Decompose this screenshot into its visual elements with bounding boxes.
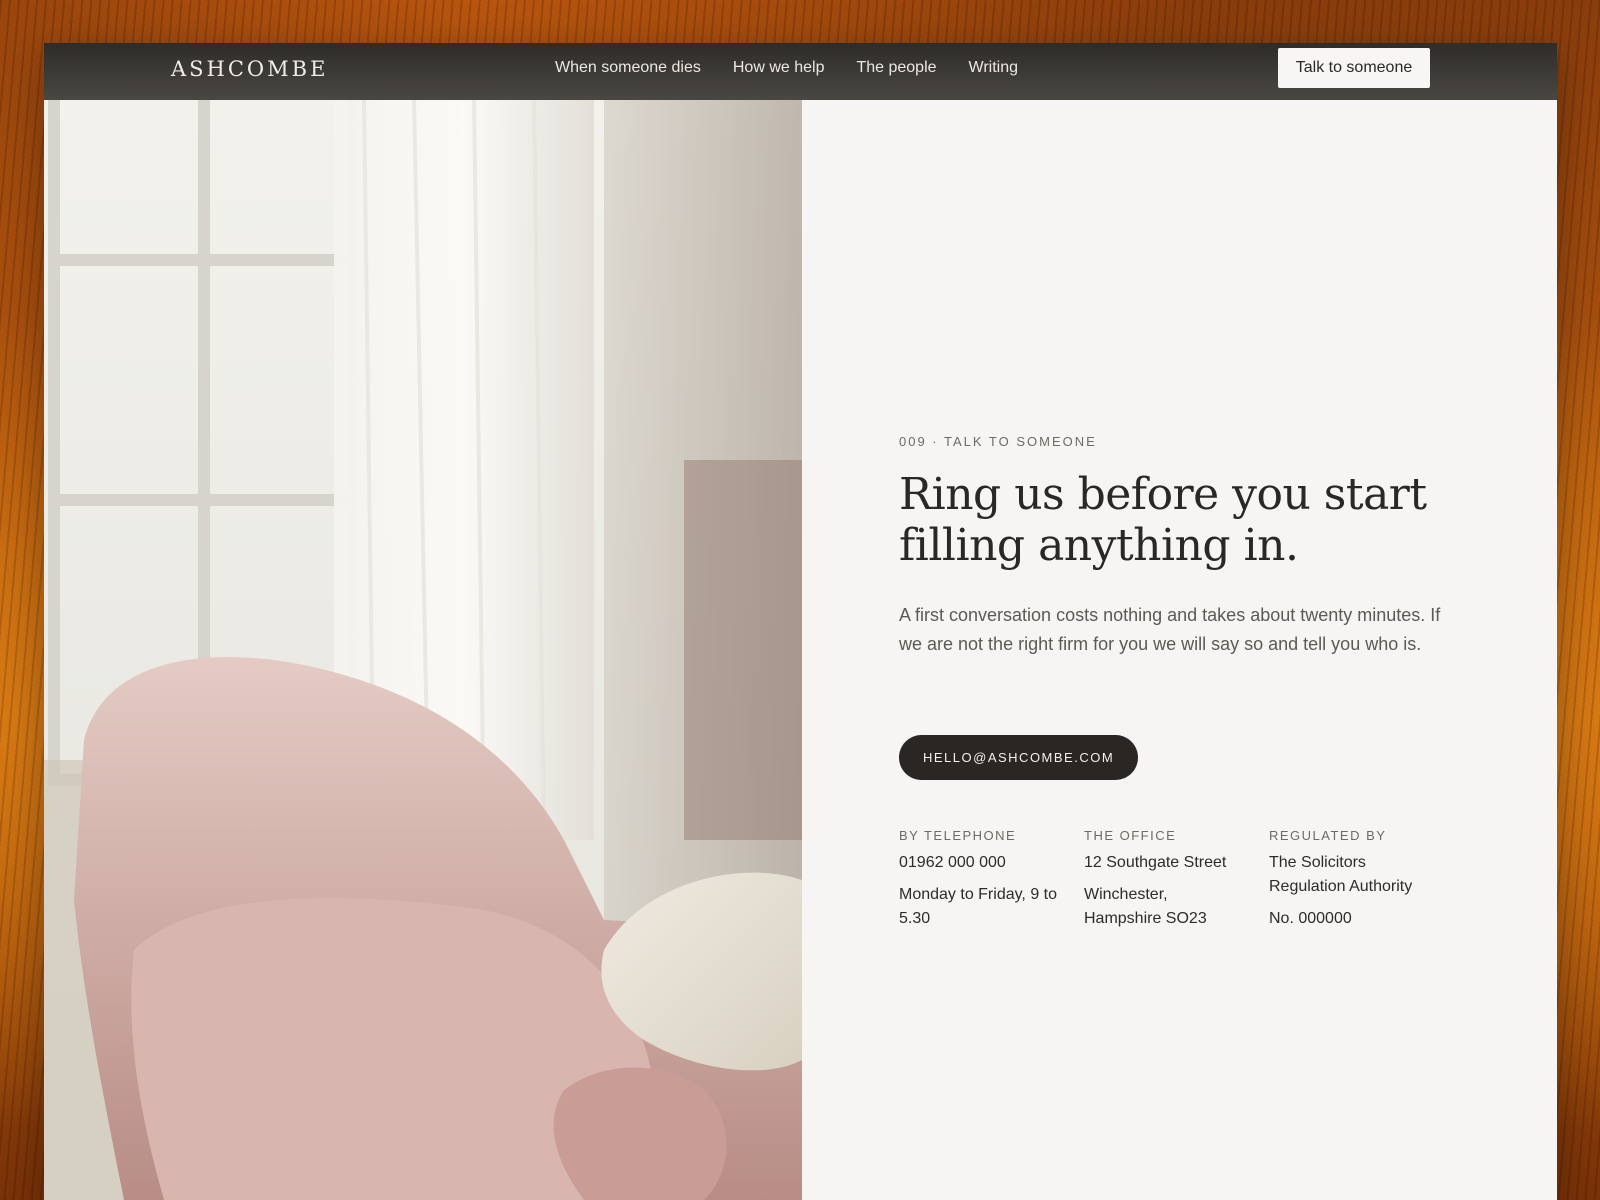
browser-page: ASHCOMBE When someone dies How we help T… [44,43,1557,1200]
telephone-column: BY TELEPHONE 01962 000 000 Monday to Fri… [899,828,1084,939]
nav-link-when-someone-dies[interactable]: When someone dies [555,59,701,77]
contact-details: BY TELEPHONE 01962 000 000 Monday to Fri… [899,828,1454,939]
armchair-illustration [44,100,802,1200]
contact-section: 009 · TALK TO SOMEONE Ring us before you… [899,43,1459,1200]
site-header: ASHCOMBE When someone dies How we help T… [44,43,1557,100]
regulator-column: REGULATED BY The Solicitors Regulation A… [1269,828,1454,939]
regulator-name: The Solicitors Regulation Authority [1269,854,1413,895]
telephone-number[interactable]: 01962 000 000 [899,851,1059,875]
talk-to-someone-button[interactable]: Talk to someone [1278,48,1430,88]
hero-photo-armchair [44,100,802,1200]
nav-link-writing[interactable]: Writing [969,59,1019,77]
office-label: THE OFFICE [1084,828,1177,843]
regulator-number: No. 000000 [1269,910,1352,927]
office-street: 12 Southgate Street [1084,854,1227,871]
office-city: Winchester, Hampshire SO23 [1084,886,1207,927]
nav-link-the-people[interactable]: The people [856,59,936,77]
regulator-label: REGULATED BY [1269,828,1387,843]
intro-paragraph: A first conversation costs nothing and t… [899,605,1441,654]
telephone-label: BY TELEPHONE [899,828,1017,843]
page-title: Ring us before you start filling anythin… [899,469,1427,571]
logo[interactable]: ASHCOMBE [171,57,328,81]
office-column: THE OFFICE 12 Southgate Street Wincheste… [1084,828,1269,939]
main-nav: When someone dies How we help The people… [555,59,1018,77]
nav-link-how-we-help[interactable]: How we help [733,59,825,77]
email-button[interactable]: HELLO@ASHCOMBE.COM [899,735,1139,780]
telephone-hours: Monday to Friday, 9 to 5.30 [899,886,1057,927]
section-eyebrow: 009 · TALK TO SOMEONE [899,434,1097,449]
